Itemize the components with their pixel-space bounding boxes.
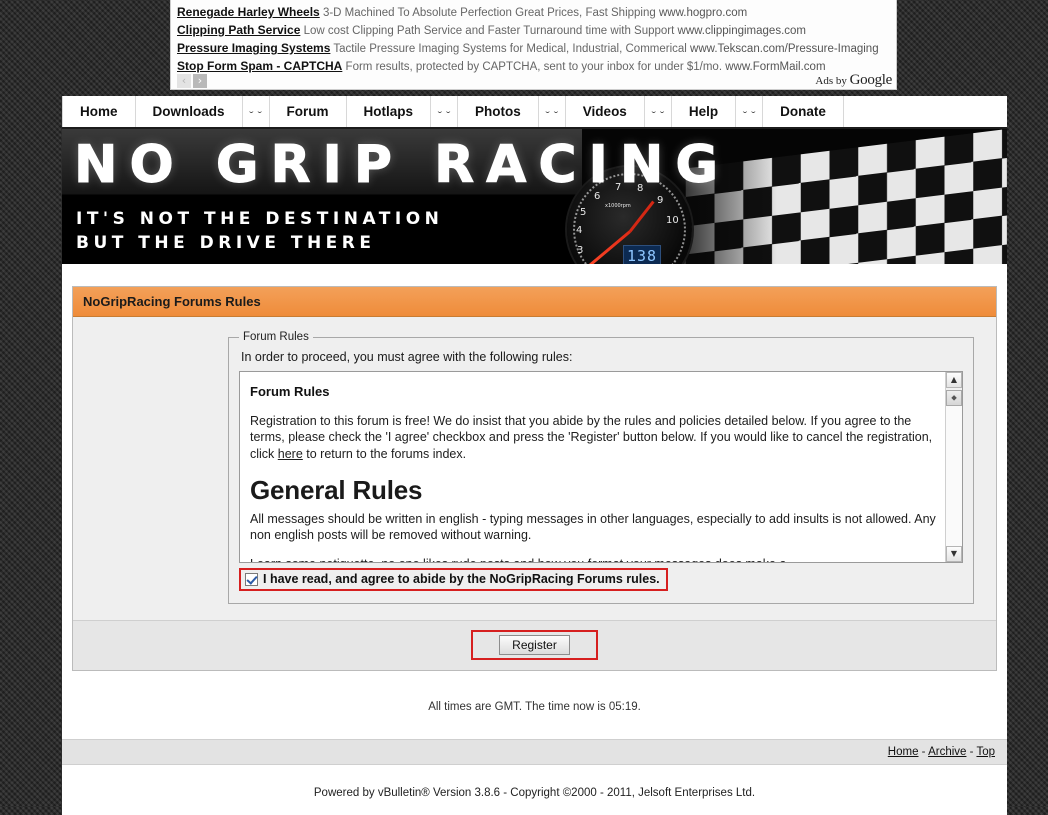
ad-title-link[interactable]: Renegade Harley Wheels	[177, 5, 320, 19]
page-container: Home Downloads ⌄⌄ Forum Hotlaps ⌄⌄ Photo…	[62, 96, 1007, 815]
ad-pager: ‹ ›	[177, 74, 207, 88]
footer-link-separator: -	[966, 746, 977, 758]
rules-scrollbar[interactable]: ▲ ⬥ ▼	[945, 372, 962, 562]
forum-rules-fieldset: Forum Rules In order to proceed, you mus…	[228, 331, 974, 604]
tacho-speed-value: 138	[626, 247, 658, 264]
footer-link-home[interactable]: Home	[888, 746, 919, 758]
nav-item-help[interactable]: Help	[672, 96, 737, 127]
nav-item-home[interactable]: Home	[62, 96, 136, 127]
chevron-down-icon[interactable]: ⌄⌄	[243, 96, 270, 127]
ad-row: Renegade Harley Wheels 3-D Machined To A…	[177, 4, 890, 22]
scroll-up-icon[interactable]: ▲	[946, 372, 962, 388]
intro-text: In order to proceed, you must agree with…	[241, 350, 573, 364]
chevron-down-icon[interactable]: ⌄⌄	[736, 96, 764, 127]
nav-item-photos[interactable]: Photos	[458, 96, 539, 127]
rules-panel: NoGripRacing Forums Rules Forum Rules In…	[72, 286, 997, 671]
gmt-time-text: All times are GMT. The time now is 05:19…	[72, 671, 997, 739]
tacho-num: 10	[666, 215, 679, 226]
tachometer-lcd: 138 mph	[623, 245, 661, 264]
site-logo: NO GRIP RACING	[73, 135, 731, 196]
register-row: Register	[73, 620, 996, 670]
fieldset-legend: Forum Rules	[243, 331, 309, 343]
forums-index-link[interactable]: here	[278, 447, 303, 461]
tacho-num: 9	[657, 195, 664, 206]
scroll-down-icon[interactable]: ▼	[946, 546, 962, 562]
nav-item-donate[interactable]: Donate	[763, 96, 844, 127]
tacho-unit-label: x1000rpm	[605, 203, 631, 209]
rules-heading: Forum Rules	[250, 384, 330, 399]
nav-item-downloads[interactable]: Downloads	[136, 96, 243, 127]
scrollbar-track[interactable]	[946, 406, 962, 546]
panel-body: Forum Rules In order to proceed, you mus…	[73, 317, 996, 620]
footer-links: Home - Archive - Top	[62, 739, 1007, 765]
agree-checkbox-label: I have read, and agree to abide by the N…	[263, 572, 660, 586]
footer-link-separator: -	[918, 746, 929, 758]
ad-row: Clipping Path Service Low cost Clipping …	[177, 22, 890, 40]
site-tagline: IT'S NOT THE DESTINATION BUT THE DRIVE T…	[76, 207, 443, 255]
powered-by-text: Powered by vBulletin® Version 3.8.6 - Co…	[62, 765, 1007, 815]
tacho-num: 4	[576, 225, 583, 236]
ad-url: www.clippingimages.com	[677, 25, 806, 37]
panel-title: NoGripRacing Forums Rules	[73, 287, 996, 317]
agreement-highlight: I have read, and agree to abide by the N…	[239, 568, 668, 591]
ad-row: Pressure Imaging Systems Tactile Pressur…	[177, 40, 890, 58]
rules-paragraph-2: All messages should be written in englis…	[250, 511, 936, 543]
ad-url: www.hogpro.com	[658, 7, 748, 19]
nav-item-hotlaps[interactable]: Hotlaps	[347, 96, 432, 127]
nav-item-videos[interactable]: Videos	[566, 96, 645, 127]
ad-title-link[interactable]: Pressure Imaging Systems	[177, 41, 330, 55]
main-navigation: Home Downloads ⌄⌄ Forum Hotlaps ⌄⌄ Photo…	[62, 96, 1007, 129]
ad-footer: ‹ › Ads by Google	[171, 72, 896, 89]
nav-item-forum[interactable]: Forum	[270, 96, 347, 127]
ad-title-link[interactable]: Clipping Path Service	[177, 23, 300, 37]
chevron-down-glyph: ⌄⌄	[247, 108, 264, 115]
rules-paragraph-1: Registration to this forum is free! We d…	[250, 413, 940, 463]
rules-scroll-box[interactable]: Forum Rules Registration to this forum i…	[239, 371, 963, 563]
chevron-down-glyph: ⌄⌄	[435, 108, 453, 115]
ad-title-link[interactable]: Stop Form Spam - CAPTCHA	[177, 59, 342, 73]
chevron-down-glyph: ⌄⌄	[543, 108, 561, 115]
ads-by-text: Ads by	[815, 75, 847, 87]
chevron-down-icon[interactable]: ⌄⌄	[431, 96, 459, 127]
register-highlight: Register	[471, 630, 598, 660]
chevron-down-icon[interactable]: ⌄⌄	[539, 96, 566, 127]
site-banner: 2 3 4 5 6 7 8 9 10 x1000rpm 138 mph NO G…	[62, 129, 1007, 264]
ad-description: Tactile Pressure Imaging Systems for Med…	[333, 43, 687, 55]
google-wordmark: Google	[849, 72, 893, 88]
tagline-line-1: IT'S NOT THE DESTINATION	[76, 209, 444, 229]
agree-checkbox[interactable]	[245, 572, 258, 586]
register-button[interactable]: Register	[499, 635, 570, 655]
chevron-down-icon[interactable]: ⌄⌄	[645, 96, 672, 127]
chevron-down-glyph: ⌄⌄	[649, 108, 667, 115]
agreement-row: I have read, and agree to abide by the N…	[239, 568, 963, 591]
rules-text-content: Forum Rules Registration to this forum i…	[240, 372, 962, 563]
footer-link-archive[interactable]: Archive	[928, 746, 966, 758]
chevron-right-icon[interactable]: ›	[193, 74, 207, 88]
ad-description: 3-D Machined To Absolute Perfection Grea…	[322, 7, 656, 19]
ads-by-google-label[interactable]: Ads by Google	[815, 72, 892, 89]
tacho-num: 3	[577, 245, 584, 256]
tacho-num: 5	[580, 207, 587, 218]
ad-url: www.Tekscan.com/Pressure-Imaging	[690, 43, 879, 55]
chevron-down-glyph: ⌄⌄	[740, 108, 758, 115]
scrollbar-thumb[interactable]: ⬥	[946, 390, 962, 406]
general-rules-heading: General Rules	[250, 475, 423, 505]
content-area: NoGripRacing Forums Rules Forum Rules In…	[62, 264, 1007, 739]
chevron-left-icon[interactable]: ‹	[177, 74, 191, 88]
google-ads-block: Renegade Harley Wheels 3-D Machined To A…	[170, 0, 897, 90]
rules-paragraph-3: Learn some netiquette, no one likes rude…	[250, 556, 940, 563]
ad-description: Low cost Clipping Path Service and Faste…	[303, 25, 675, 37]
rules-p1-part-b: to return to the forums index.	[302, 446, 467, 461]
footer-link-top[interactable]: Top	[976, 746, 995, 758]
tagline-line-2: BUT THE DRIVE THERE	[76, 233, 376, 253]
